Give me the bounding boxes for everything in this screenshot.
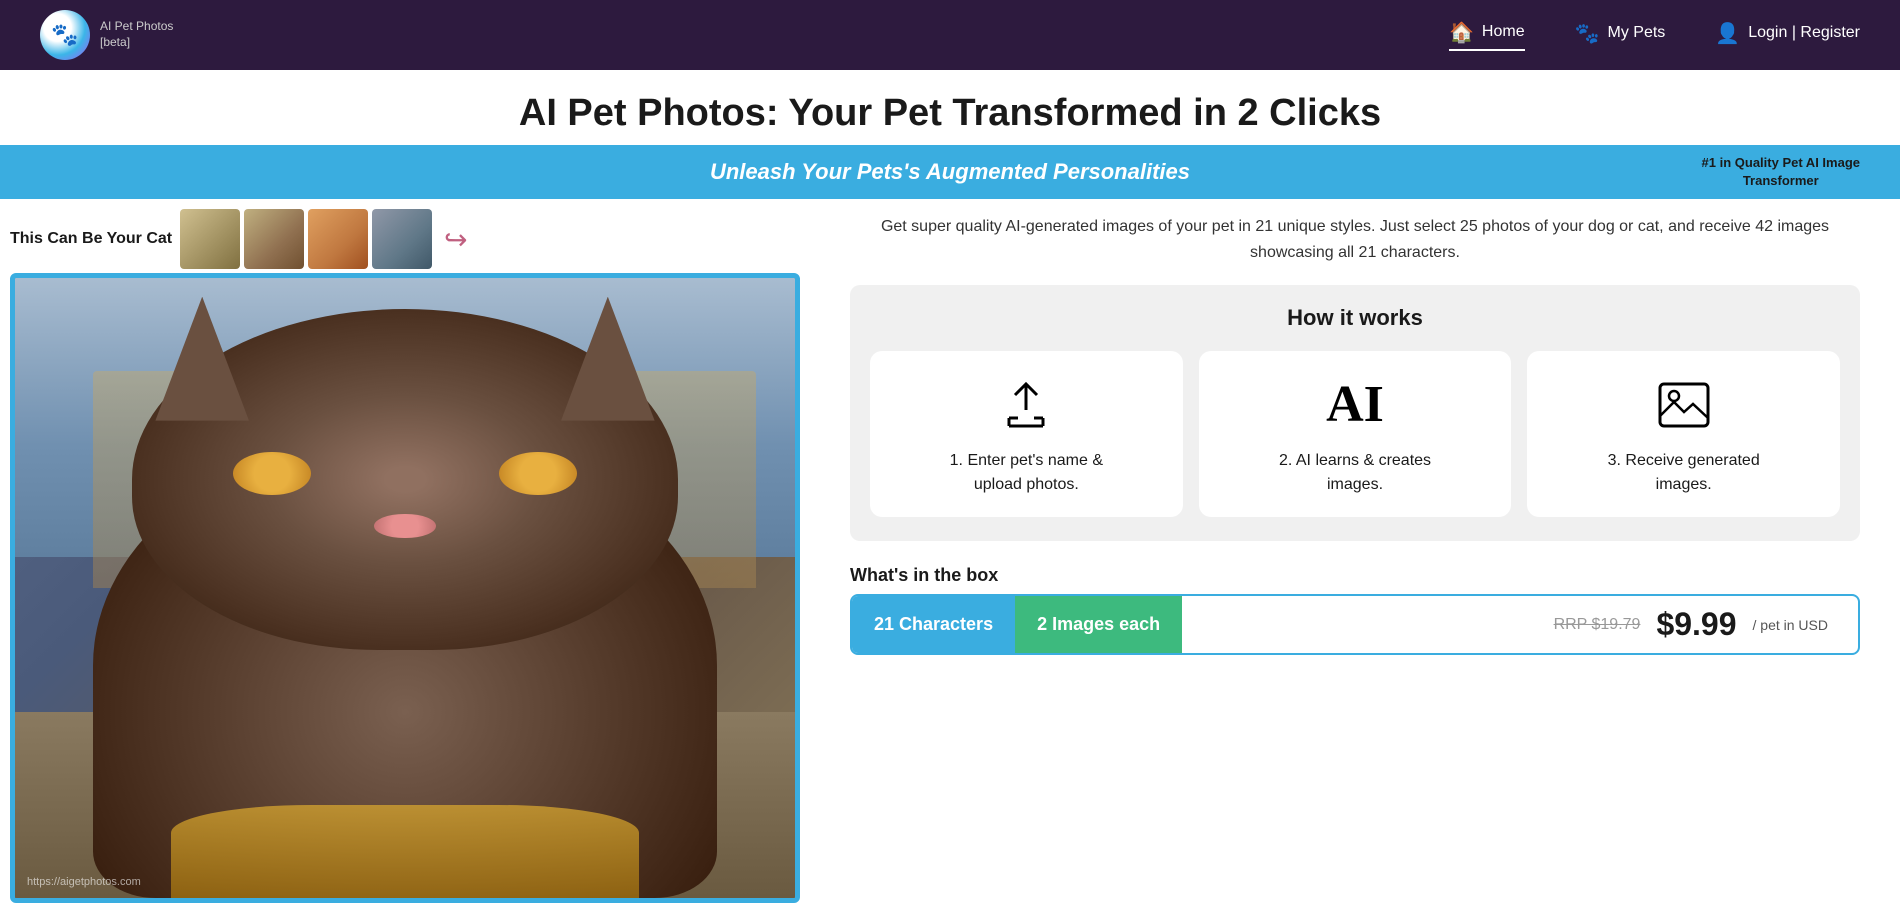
step-2-label: 2. AI learns & creates images.	[1279, 449, 1431, 497]
user-icon: 👤	[1715, 21, 1740, 46]
step-3-card: 3. Receive generated images.	[1527, 351, 1840, 517]
page-title: AI Pet Photos: Your Pet Transformed in 2…	[0, 92, 1900, 135]
badge-line2: Transformer	[1743, 173, 1819, 188]
wib-tag-characters: 21 Characters	[852, 596, 1015, 653]
nav-my-pets[interactable]: 🐾 My Pets	[1575, 21, 1666, 50]
pet-thumb-3	[308, 209, 368, 269]
main-content: This Can Be Your Cat ↩	[0, 199, 1900, 903]
step-2-card: AI 2. AI learns & creates images.	[1199, 351, 1512, 517]
url-watermark: https://aigetphotos.com	[27, 876, 141, 888]
nav-my-pets-label: My Pets	[1608, 24, 1666, 42]
ai-icon: AI	[1326, 375, 1384, 435]
pet-thumb-2	[244, 209, 304, 269]
promo-banner: Unleash Your Pets's Augmented Personalit…	[0, 145, 1900, 199]
whats-in-box-container: 21 Characters 2 Images each RRP $19.79 $…	[850, 594, 1860, 655]
pets-icon: 🐾	[1575, 21, 1600, 46]
description-text: Get super quality AI-generated images of…	[850, 214, 1860, 265]
whats-in-box-label: What's in the box	[850, 565, 1860, 586]
this-can-be-row: This Can Be Your Cat ↩	[0, 199, 810, 273]
logo-icon: 🐾	[40, 10, 90, 60]
nav-home-label: Home	[1482, 23, 1525, 41]
logo-area: 🐾 AI Pet Photos [beta]	[40, 10, 173, 60]
how-it-works-section: How it works	[850, 285, 1860, 541]
step-3-label: 3. Receive generated images.	[1608, 449, 1760, 497]
pet-thumb-1	[180, 209, 240, 269]
wib-per-label: / pet in USD	[1753, 617, 1828, 633]
logo-beta: [beta]	[100, 35, 173, 51]
pet-thumbnails	[180, 209, 432, 269]
steps-row: 1. Enter pet's name & upload photos. AI …	[870, 351, 1840, 517]
nav-login-register[interactable]: 👤 Login | Register	[1715, 21, 1860, 50]
left-panel: This Can Be Your Cat ↩	[0, 199, 810, 903]
logo-text: AI Pet Photos [beta]	[100, 19, 173, 50]
home-icon: 🏠	[1449, 20, 1474, 45]
nav-home[interactable]: 🏠 Home	[1449, 20, 1525, 51]
header: 🐾 AI Pet Photos [beta] 🏠 Home 🐾 My Pets …	[0, 0, 1900, 70]
hero-image-container: https://aigetphotos.com	[10, 273, 800, 903]
logo-name: AI Pet Photos	[100, 19, 173, 35]
ai-text-icon: AI	[1326, 379, 1384, 431]
page-title-bar: AI Pet Photos: Your Pet Transformed in 2…	[0, 70, 1900, 145]
main-nav: 🏠 Home 🐾 My Pets 👤 Login | Register	[1449, 20, 1860, 51]
banner-text: Unleash Your Pets's Augmented Personalit…	[40, 159, 1860, 185]
pet-thumb-4	[372, 209, 432, 269]
wib-tag-images: 2 Images each	[1015, 596, 1182, 653]
how-it-works-title: How it works	[870, 305, 1840, 331]
nav-login-label: Login | Register	[1748, 24, 1860, 42]
step-1-label: 1. Enter pet's name & upload photos.	[950, 449, 1103, 497]
step-1-card: 1. Enter pet's name & upload photos.	[870, 351, 1183, 517]
right-panel: Get super quality AI-generated images of…	[810, 199, 1900, 903]
image-icon	[1658, 375, 1710, 435]
this-can-label: This Can Be Your Cat	[10, 230, 172, 248]
arrow-curve-icon: ↩	[444, 223, 467, 256]
wib-price: $9.99	[1656, 606, 1736, 643]
badge-line1: #1 in Quality Pet AI Image	[1702, 155, 1860, 170]
wib-rrp: RRP $19.79	[1554, 616, 1641, 634]
wib-price-area: RRP $19.79 $9.99 / pet in USD	[1182, 606, 1858, 643]
upload-icon	[1001, 375, 1051, 435]
banner-badge: #1 in Quality Pet AI Image Transformer	[1702, 154, 1860, 190]
logo-paw: 🐾	[51, 22, 78, 48]
